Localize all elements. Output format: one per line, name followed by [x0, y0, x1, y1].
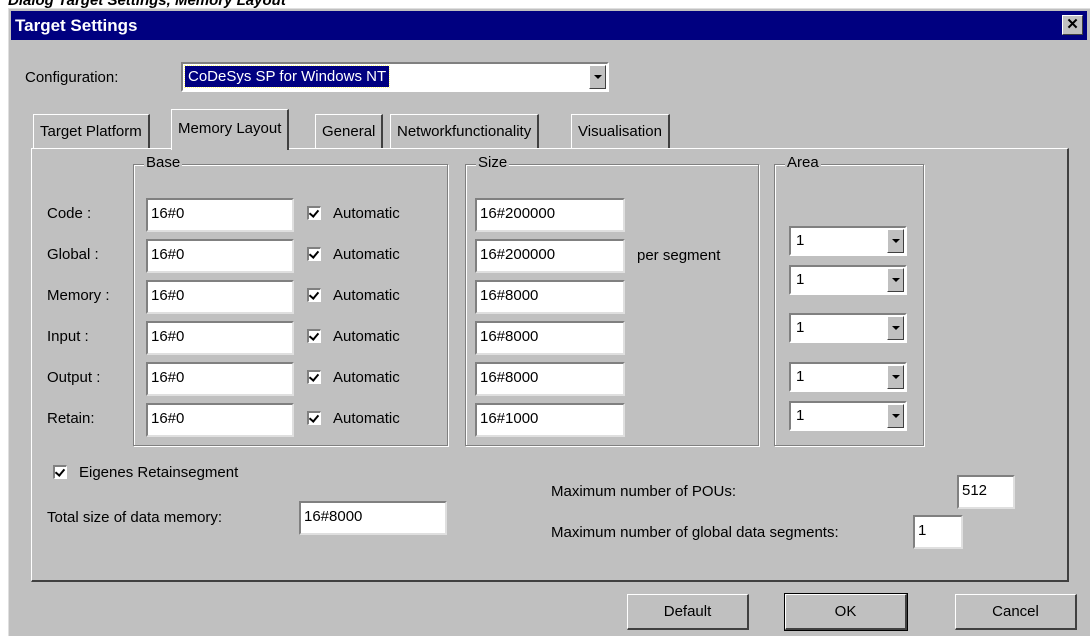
memory-automatic-label: Automatic — [333, 287, 400, 304]
chevron-down-icon[interactable] — [887, 404, 904, 428]
tab-general[interactable]: General — [315, 114, 384, 148]
output-base-input[interactable]: 16#0 — [146, 362, 294, 396]
configuration-label: Configuration: — [25, 69, 119, 86]
area-select-global[interactable]: 1 — [789, 265, 907, 295]
code-automatic-label: Automatic — [333, 205, 400, 222]
global-base-input[interactable]: 16#0 — [146, 239, 294, 273]
memory-size-input[interactable]: 16#8000 — [475, 280, 625, 314]
area-value: 1 — [796, 232, 805, 249]
eigenes-retainsegment-checkbox[interactable] — [53, 465, 67, 479]
max-pous-input[interactable]: 512 — [957, 475, 1015, 509]
input-automatic-checkbox[interactable] — [307, 329, 321, 343]
eigenes-retainsegment-label: Eigenes Retainsegment — [79, 464, 239, 481]
title-bar: Target Settings ✕ — [11, 11, 1087, 40]
window-title: Target Settings — [15, 16, 138, 35]
cancel-button[interactable]: Cancel — [955, 594, 1077, 630]
retain-size-input[interactable]: 16#1000 — [475, 403, 625, 437]
area-value: 1 — [796, 407, 805, 424]
per-segment-label: per segment — [637, 247, 721, 264]
output-size-input[interactable]: 16#8000 — [475, 362, 625, 396]
max-global-segments-label: Maximum number of global data segments: — [551, 524, 839, 541]
row-label-global: Global : — [47, 246, 99, 263]
area-select-memory[interactable]: 1 — [789, 313, 907, 343]
input-size-input[interactable]: 16#8000 — [475, 321, 625, 355]
output-automatic-checkbox[interactable] — [307, 370, 321, 384]
retain-automatic-label: Automatic — [333, 410, 400, 427]
chevron-down-icon[interactable] — [589, 65, 606, 89]
max-global-segments-input[interactable]: 1 — [913, 515, 963, 549]
area-select-code[interactable]: 1 — [789, 226, 907, 256]
area-value: 1 — [796, 368, 805, 385]
area-value: 1 — [796, 319, 805, 336]
global-automatic-label: Automatic — [333, 246, 400, 263]
size-group-label: Size — [476, 154, 510, 171]
ok-button[interactable]: OK — [784, 593, 908, 631]
code-automatic-checkbox[interactable] — [307, 206, 321, 220]
global-automatic-checkbox[interactable] — [307, 247, 321, 261]
code-base-input[interactable]: 16#0 — [146, 198, 294, 232]
area-value: 1 — [796, 271, 805, 288]
input-base-input[interactable]: 16#0 — [146, 321, 294, 355]
chevron-down-icon[interactable] — [887, 229, 904, 253]
row-label-retain: Retain: — [47, 410, 95, 427]
row-label-code: Code : — [47, 205, 92, 222]
total-size-label: Total size of data memory: — [47, 509, 223, 526]
row-label-input: Input : — [47, 328, 89, 345]
row-label-output: Output : — [47, 369, 101, 386]
area-select-input[interactable]: 1 — [789, 362, 907, 392]
tab-memory-layout[interactable]: Memory Layout — [171, 109, 290, 150]
code-size-input[interactable]: 16#200000 — [475, 198, 625, 232]
max-pous-label: Maximum number of POUs: — [551, 483, 737, 500]
base-group-label: Base — [144, 154, 183, 171]
chevron-down-icon[interactable] — [887, 316, 904, 340]
tab-target-platform[interactable]: Target Platform — [33, 114, 150, 148]
area-select-output[interactable]: 1 — [789, 401, 907, 431]
global-size-input[interactable]: 16#200000 — [475, 239, 625, 273]
retain-base-input[interactable]: 16#0 — [146, 403, 294, 437]
row-label-memory: Memory : — [47, 287, 110, 304]
tab-networkfunctionality[interactable]: Networkfunctionality — [390, 114, 540, 148]
chevron-down-icon[interactable] — [887, 268, 904, 292]
output-automatic-label: Automatic — [333, 369, 400, 386]
configuration-select[interactable]: CoDeSys SP for Windows NT — [181, 62, 609, 92]
chevron-down-icon[interactable] — [887, 365, 904, 389]
close-icon[interactable]: ✕ — [1062, 15, 1083, 35]
total-size-input[interactable]: 16#8000 — [299, 501, 447, 535]
configuration-value: CoDeSys SP for Windows NT — [183, 65, 391, 88]
retain-automatic-checkbox[interactable] — [307, 411, 321, 425]
input-automatic-label: Automatic — [333, 328, 400, 345]
tab-visualisation[interactable]: Visualisation — [571, 114, 670, 148]
default-button[interactable]: Default — [627, 594, 749, 630]
target-settings-dialog: Target Settings ✕ Configuration: CoDeSys… — [8, 8, 1090, 636]
memory-base-input[interactable]: 16#0 — [146, 280, 294, 314]
area-group-label: Area — [785, 154, 821, 171]
memory-automatic-checkbox[interactable] — [307, 288, 321, 302]
